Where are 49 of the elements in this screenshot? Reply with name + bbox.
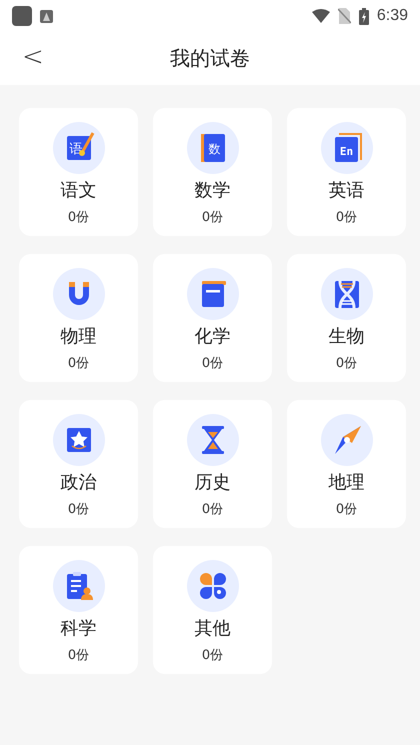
compass-icon (320, 414, 372, 466)
book-icon: En (320, 122, 372, 174)
back-button[interactable]: < (18, 42, 48, 72)
subject-card[interactable]: 生物 0份 (287, 254, 406, 382)
paper-count: 0份 (202, 209, 224, 226)
subject-card[interactable]: 其他 0份 (153, 546, 272, 674)
subject-name: 化学 (194, 325, 230, 348)
subject-name: 科学 (60, 617, 96, 640)
app-icon (12, 6, 32, 26)
paper-count: 0份 (202, 501, 224, 518)
clipboard-icon (52, 560, 104, 612)
notebook-icon (186, 268, 238, 320)
subject-card[interactable]: En 英语 0份 (287, 108, 406, 236)
subject-card[interactable]: 历史 0份 (153, 400, 272, 528)
paper-count: 0份 (68, 647, 90, 664)
paper-count: 0份 (336, 501, 358, 518)
paper-count: 0份 (68, 355, 90, 372)
no-sim-icon (338, 8, 351, 24)
battery-icon (358, 8, 369, 24)
subject-card[interactable]: 物理 0份 (19, 254, 138, 382)
subject-card[interactable]: 地理 0份 (287, 400, 406, 528)
subject-name: 历史 (194, 471, 230, 494)
wifi-icon (312, 9, 330, 23)
hourglass-icon (186, 414, 238, 466)
page-title: 我的试卷 (170, 45, 250, 72)
subject-name: 其他 (194, 617, 230, 640)
subject-card[interactable]: 化学 0份 (153, 254, 272, 382)
paper-count: 0份 (68, 501, 90, 518)
subject-card[interactable]: 科学 0份 (19, 546, 138, 674)
subject-card[interactable]: 政治 0份 (19, 400, 138, 528)
clover-icon (186, 560, 238, 612)
subject-card[interactable]: 数 数学 0份 (153, 108, 272, 236)
subject-name: 语文 (60, 179, 96, 202)
book-icon: 数 (186, 122, 238, 174)
clock-time: 6:39 (376, 7, 408, 25)
notification-icon (40, 10, 53, 22)
magnet-icon (52, 268, 104, 320)
dna-icon (320, 268, 372, 320)
subject-name: 政治 (60, 471, 96, 494)
paper-count: 0份 (68, 209, 90, 226)
paper-count: 0份 (202, 647, 224, 664)
paper-count: 0份 (202, 355, 224, 372)
subject-name: 英语 (328, 179, 364, 202)
subject-name: 物理 (60, 325, 96, 348)
subject-name: 数学 (194, 179, 230, 202)
subject-name: 生物 (328, 325, 364, 348)
paper-count: 0份 (336, 209, 358, 226)
paper-count: 0份 (336, 355, 358, 372)
subject-name: 地理 (328, 471, 364, 494)
